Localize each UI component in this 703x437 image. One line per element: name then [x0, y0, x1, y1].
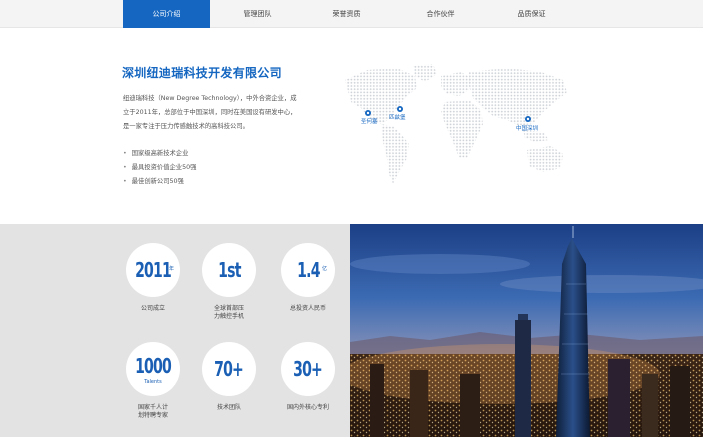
bullet-item: 最佳创新公司50强: [123, 176, 184, 185]
stat-caption: 总投资人民币: [289, 305, 326, 312]
tab-quality[interactable]: 品质保证: [488, 0, 575, 28]
svg-text:中国深圳: 中国深圳: [516, 124, 539, 132]
stat-circle: 2011 年: [126, 243, 180, 297]
stat-circle: 70+: [202, 342, 256, 396]
intro-line: 纽迪瑞科技（New Degree Technology），中外合资企业，成: [123, 95, 297, 102]
stat-founded: 2011 年 公司成立: [123, 243, 183, 313]
stat-investment: 1.4 亿 总投资人民币: [278, 243, 338, 313]
world-map: 圣何塞 匹兹堡 中国深圳: [345, 64, 567, 184]
tab-company-intro[interactable]: 公司介绍: [123, 0, 210, 28]
top-nav: 公司介绍 管理团队 荣誉资质 合作伙伴 品质保证: [0, 0, 703, 28]
stat-patents: 30+ 国内外核心专利: [278, 342, 338, 412]
stat-caption: 国家千人计 划特聘专家: [137, 404, 168, 419]
stat-tech-team: 70+ 技术团队: [199, 342, 259, 412]
bullet-item: 国家级高新技术企业: [123, 148, 189, 157]
svg-text:匹兹堡: 匹兹堡: [389, 113, 406, 121]
tab-partners[interactable]: 合作伙伴: [397, 0, 484, 28]
stat-sub: Talents: [144, 379, 162, 385]
intro-line: 是一家专注于压力传感触技术的高科技公司。: [123, 123, 249, 130]
stat-value: 1000: [135, 354, 172, 378]
stat-talents: 1000 Talents 国家千人计 划特聘专家: [123, 342, 183, 420]
stat-value: 30+: [293, 357, 324, 381]
stat-value: 1.4: [296, 258, 320, 282]
stat-value: 70+: [214, 357, 245, 381]
stat-caption: 国内外核心专利: [286, 404, 329, 411]
stat-first-phone: 1st 全球首部压 力触控手机: [199, 243, 259, 321]
stat-unit: 年: [168, 266, 174, 272]
stat-circle: 1000 Talents: [126, 342, 180, 396]
stat-circle: 30+: [281, 342, 335, 396]
company-title: 深圳纽迪瑞科技开发有限公司: [122, 66, 282, 80]
tab-honors[interactable]: 荣誉资质: [303, 0, 390, 28]
stat-circle: 1.4 亿: [281, 243, 335, 297]
bullet-item: 最具投资价值企业50强: [123, 162, 197, 171]
svg-text:圣何塞: 圣何塞: [361, 117, 378, 125]
stat-caption: 全球首部压 力触控手机: [213, 305, 244, 320]
stat-circle: 1st: [202, 243, 256, 297]
stat-caption: 技术团队: [216, 404, 241, 411]
stat-caption: 公司成立: [140, 305, 165, 312]
city-skyline-photo: [350, 224, 703, 437]
tab-management-team[interactable]: 管理团队: [214, 0, 301, 28]
stat-unit: 亿: [321, 266, 327, 272]
stat-value: 1st: [217, 258, 241, 282]
intro-line: 立于2011年，总部位于中国深圳，同时在美国设有研发中心，: [123, 109, 297, 116]
stat-value: 2011: [135, 258, 172, 282]
